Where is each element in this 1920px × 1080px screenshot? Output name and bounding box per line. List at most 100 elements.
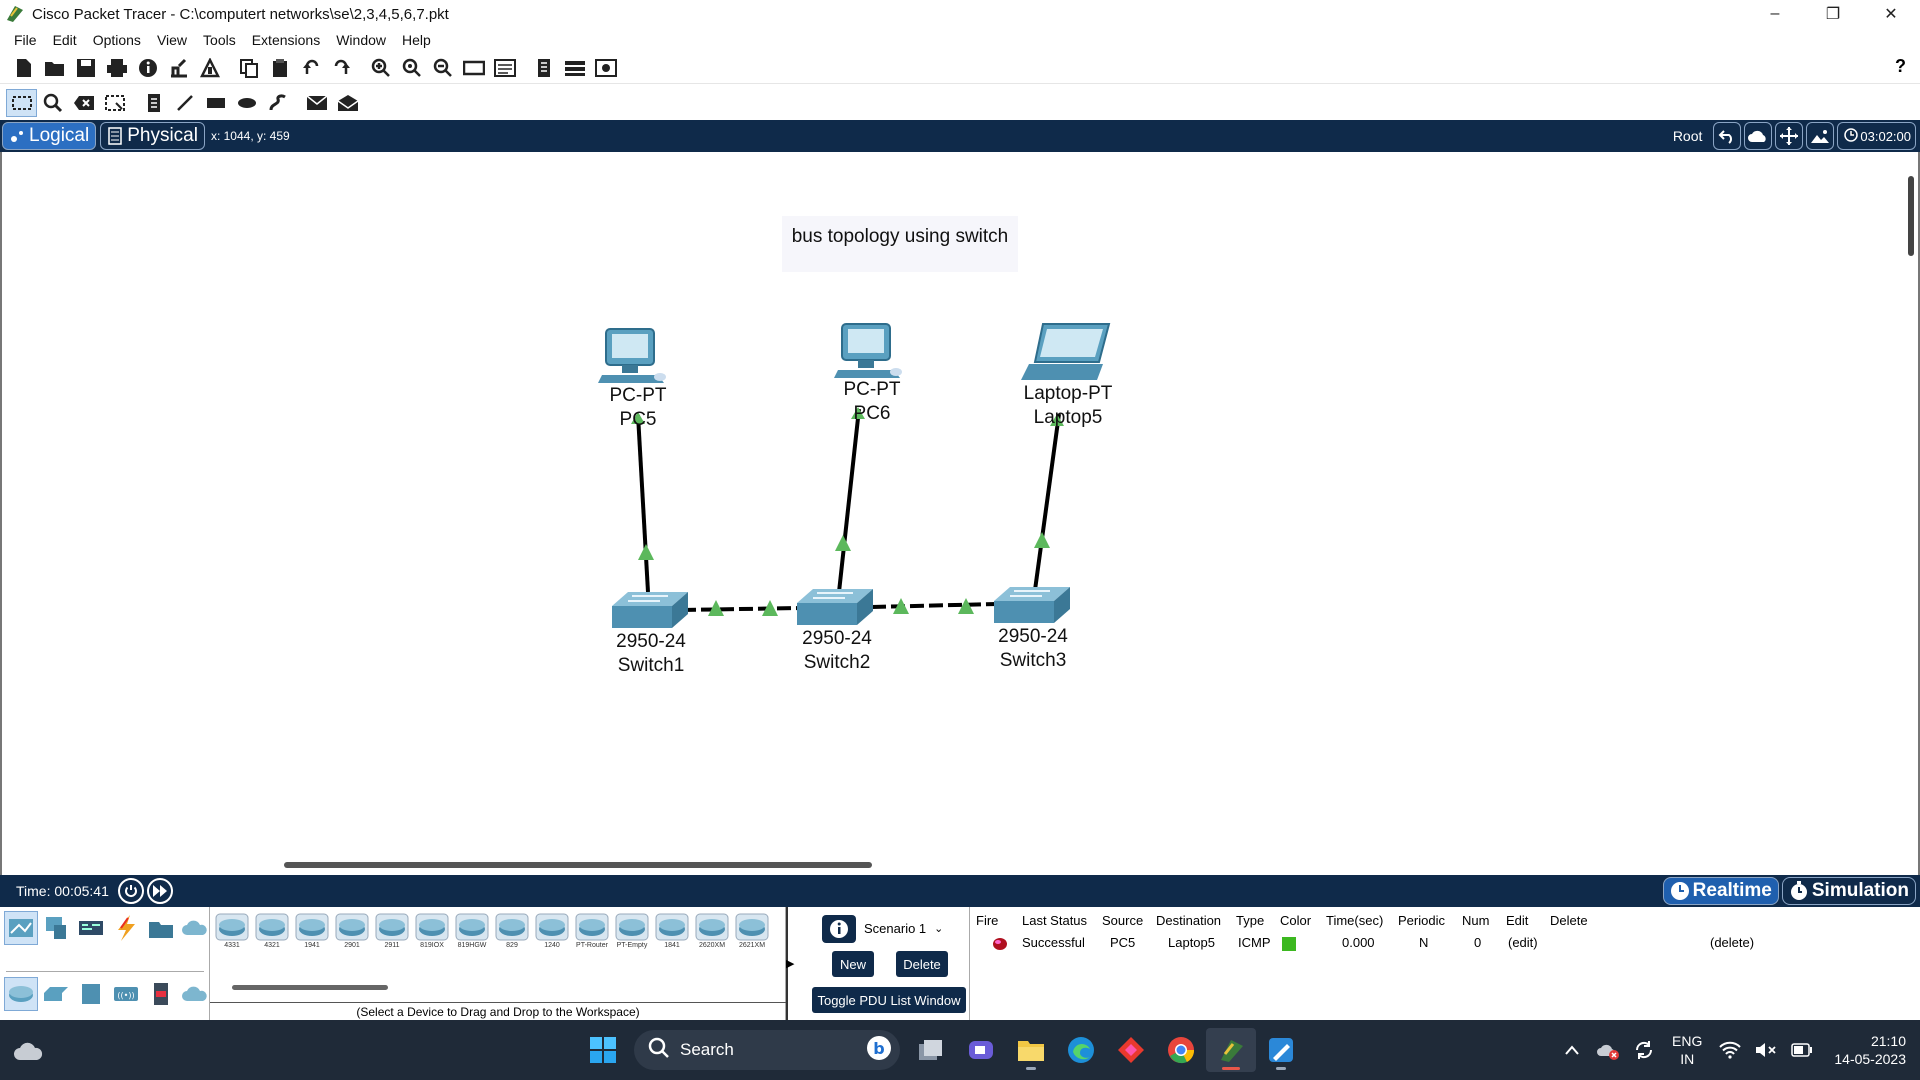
pdu-delete-link[interactable]: (delete) (1710, 935, 1754, 950)
switches-icon[interactable] (39, 977, 73, 1011)
cluster-icon[interactable] (590, 54, 621, 82)
add-complex-pdu-icon[interactable] (332, 89, 363, 117)
copy-icon[interactable] (233, 54, 264, 82)
resize-icon[interactable] (99, 89, 130, 117)
undo-icon[interactable] (295, 54, 326, 82)
minimize-button[interactable]: – (1746, 0, 1804, 28)
new-scenario-button[interactable]: New (832, 951, 874, 977)
tab-logical[interactable]: Logical (2, 122, 97, 150)
connections-icon[interactable] (109, 911, 143, 945)
chrome-icon[interactable] (1156, 1028, 1206, 1072)
router-model-item[interactable]: 4321 (252, 909, 292, 949)
router-model-item[interactable]: 2911 (372, 909, 412, 949)
simulation-mode-button[interactable]: Simulation (1781, 877, 1916, 905)
move-viewport-icon[interactable] (1775, 122, 1804, 150)
link-laptop5-switch3[interactable] (1033, 413, 1061, 591)
network-info-icon[interactable] (194, 54, 225, 82)
toggle-pdu-list-button[interactable]: Toggle PDU List Window (812, 987, 966, 1013)
wireless-devices-icon[interactable]: ((•)) (109, 977, 143, 1011)
sync-icon[interactable] (1626, 1040, 1662, 1060)
workspace-note[interactable]: bus topology using switch (782, 216, 1018, 272)
custom-device-icon[interactable] (489, 54, 520, 82)
menu-view[interactable]: View (149, 32, 195, 48)
rectangle-icon[interactable] (200, 89, 231, 117)
open-icon[interactable] (39, 54, 70, 82)
link-switch2-switch3[interactable] (871, 602, 998, 609)
delete-scenario-button[interactable]: Delete (896, 951, 948, 977)
zoom-out-icon[interactable] (427, 54, 458, 82)
task-view-icon[interactable] (906, 1028, 956, 1072)
environment-clock[interactable]: 03:02:00 (1837, 122, 1916, 150)
wizard-icon[interactable] (163, 54, 194, 82)
switch3-device-icon[interactable] (994, 587, 1070, 623)
router-model-item[interactable]: 1841 (652, 909, 692, 949)
cloud-icon[interactable] (1744, 122, 1773, 150)
save-icon[interactable] (70, 54, 101, 82)
delete-icon[interactable] (68, 89, 99, 117)
menu-help[interactable]: Help (394, 32, 439, 48)
router-model-item[interactable]: 829 (492, 909, 532, 949)
show-hidden-icons-icon[interactable] (1554, 1045, 1590, 1055)
info-icon[interactable] (132, 54, 163, 82)
link-switch1-switch2[interactable] (681, 606, 803, 612)
battery-icon[interactable] (1784, 1043, 1820, 1057)
hubs-icon[interactable] (74, 977, 108, 1011)
tab-physical[interactable]: Physical (100, 122, 205, 150)
router-model-item[interactable]: 819HGW (452, 909, 492, 949)
network-devices-icon[interactable] (4, 911, 38, 945)
help-button[interactable]: ? (1895, 56, 1906, 77)
start-icon[interactable] (578, 1028, 628, 1072)
link-pc6-switch2[interactable] (837, 408, 861, 593)
router-model-item[interactable]: 819IOX (412, 909, 452, 949)
file-explorer-icon[interactable] (1006, 1028, 1056, 1072)
security-icon[interactable] (144, 977, 178, 1011)
realtime-mode-button[interactable]: Realtime (1662, 877, 1779, 905)
router-model-item[interactable]: PT-Empty (612, 909, 652, 949)
link-pc5-switch1[interactable] (636, 414, 650, 593)
back-icon[interactable] (1713, 122, 1742, 150)
menu-options[interactable]: Options (85, 32, 149, 48)
redo-icon[interactable] (326, 54, 357, 82)
zoom-reset-icon[interactable] (396, 54, 427, 82)
note-icon[interactable] (138, 89, 169, 117)
logical-workspace[interactable]: bus topology using switch PC-PT PC5 PC-P… (0, 152, 1920, 875)
scenario-select[interactable]: Scenario 1 ⌄ (864, 921, 943, 936)
router-model-item[interactable]: 1240 (532, 909, 572, 949)
print-icon[interactable] (101, 54, 132, 82)
miscellaneous-icon[interactable] (144, 911, 178, 945)
router-model-item[interactable]: 2621XM (732, 909, 772, 949)
wifi-icon[interactable] (1712, 1041, 1748, 1059)
menu-window[interactable]: Window (328, 32, 394, 48)
router-model-item[interactable]: 2901 (332, 909, 372, 949)
fire-icon[interactable] (992, 937, 1008, 954)
routers-icon[interactable] (4, 977, 38, 1011)
device-list-scrollbar[interactable] (232, 985, 388, 990)
paint-icon[interactable] (1256, 1028, 1306, 1072)
router-model-item[interactable]: 2620XM (692, 909, 732, 949)
restore-button[interactable]: ❐ (1804, 0, 1862, 28)
expand-arrow-icon[interactable]: ▶ (786, 957, 794, 970)
menu-tools[interactable]: Tools (195, 32, 244, 48)
input-language[interactable]: ENG IN (1672, 1032, 1702, 1068)
taskbar-search[interactable]: Search b (634, 1030, 900, 1070)
select-icon[interactable] (6, 89, 37, 117)
teams-chat-icon[interactable] (956, 1028, 1006, 1072)
anydesk-icon[interactable] (1106, 1028, 1156, 1072)
freeform-icon[interactable] (262, 89, 293, 117)
line-icon[interactable] (169, 89, 200, 117)
pc5-device-icon[interactable] (598, 328, 666, 383)
weather-icon[interactable] (14, 1036, 44, 1067)
ellipse-icon[interactable] (231, 89, 262, 117)
power-cycle-icon[interactable] (117, 878, 144, 904)
pc6-device-icon[interactable] (834, 323, 902, 378)
fast-forward-icon[interactable] (146, 878, 173, 904)
router-model-item[interactable]: 1941 (292, 909, 332, 949)
menu-extensions[interactable]: Extensions (244, 32, 328, 48)
volume-muted-icon[interactable] (1748, 1041, 1784, 1059)
switch2-device-icon[interactable] (797, 589, 873, 625)
router-model-item[interactable]: PT-Router (572, 909, 612, 949)
paste-icon[interactable] (264, 54, 295, 82)
pdu-edit-link[interactable]: (edit) (1508, 935, 1538, 950)
packet-tracer-taskbar-icon[interactable] (1206, 1028, 1256, 1072)
menu-file[interactable]: File (6, 32, 45, 48)
